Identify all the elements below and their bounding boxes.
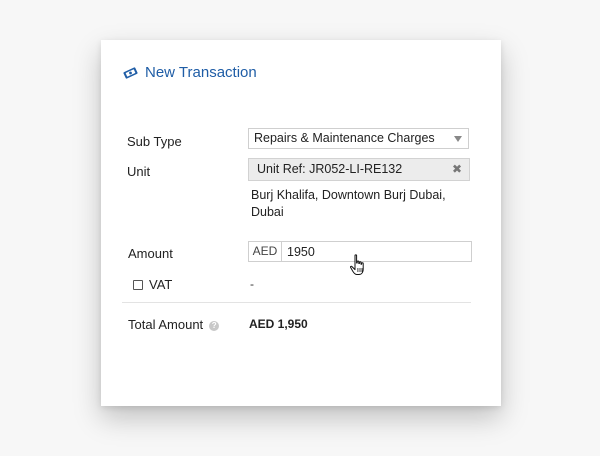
vat-checkbox[interactable] xyxy=(133,279,143,290)
amount-label: Amount xyxy=(128,246,173,261)
vat-label: VAT xyxy=(149,277,173,292)
total-amount-label-text: Total Amount xyxy=(128,317,204,332)
unit-tag: Unit Ref: JR052-LI-RE132 xyxy=(257,162,403,176)
unit-address: Burj Khalifa, Downtown Burj Dubai, Dubai xyxy=(251,188,446,219)
panel-title: New Transaction xyxy=(122,62,257,82)
vat-row: VAT xyxy=(133,277,172,292)
total-amount-value: AED 1,950 xyxy=(249,317,308,331)
dropdown-arrow-icon xyxy=(454,136,462,142)
currency-addon: AED xyxy=(249,242,282,261)
amount-input[interactable] xyxy=(282,242,471,261)
money-icon xyxy=(122,66,139,79)
total-amount-label: Total Amount? xyxy=(128,317,220,332)
sub-type-select[interactable]: Repairs & Maintenance Charges xyxy=(248,128,469,149)
divider xyxy=(122,302,471,303)
remove-unit-icon[interactable]: ✖ xyxy=(452,159,462,180)
hand-pointer-icon xyxy=(349,254,367,278)
panel-title-text: New Transaction xyxy=(145,63,257,81)
unit-label: Unit xyxy=(127,164,151,179)
sub-type-label: Sub Type xyxy=(127,134,182,149)
help-icon[interactable]: ? xyxy=(209,320,220,331)
new-transaction-panel: New Transaction Sub Type Repairs & Maint… xyxy=(101,40,501,406)
unit-select[interactable]: Unit Ref: JR052-LI-RE132 ✖ xyxy=(248,158,470,181)
sub-type-selected-value: Repairs & Maintenance Charges xyxy=(254,131,435,145)
vat-value: - xyxy=(250,277,254,291)
